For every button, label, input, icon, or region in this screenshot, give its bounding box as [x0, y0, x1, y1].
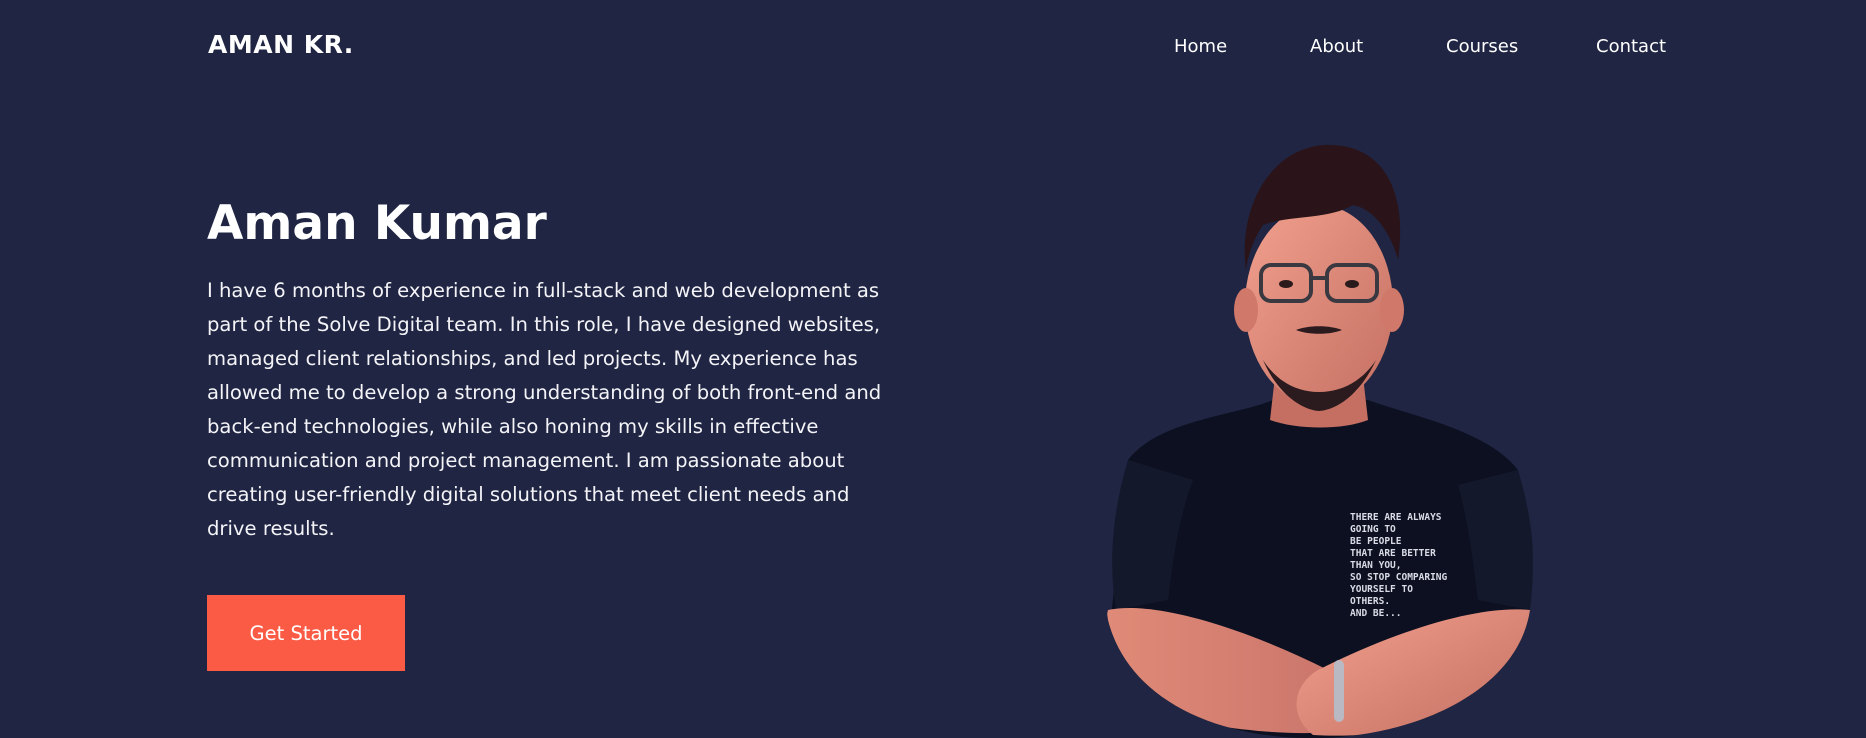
shirt-text-line: THERE ARE ALWAYS: [1350, 512, 1442, 523]
shirt-text-line: OTHERS.: [1350, 596, 1390, 607]
portrait-illustration: THERE ARE ALWAYS GOING TO BE PEOPLE THAT…: [1105, 130, 1533, 738]
hero-description: I have 6 months of experience in full-st…: [207, 279, 882, 540]
shirt-text-line: AND BE...: [1350, 608, 1401, 619]
hero-title: Aman Kumar: [207, 196, 547, 251]
navbar: AMAN KR. Home About Courses Contact: [0, 0, 1866, 96]
shirt-text-line: BE PEOPLE: [1350, 536, 1402, 547]
shirt-text-line: SO STOP COMPARING: [1350, 572, 1448, 583]
shirt-text-line: THAT ARE BETTER: [1350, 548, 1436, 559]
shirt-text-line: GOING TO: [1350, 524, 1396, 535]
shirt-text-line: THAN YOU,: [1350, 560, 1401, 571]
get-started-button[interactable]: Get Started: [207, 595, 405, 671]
logo[interactable]: AMAN KR.: [208, 30, 354, 59]
portfolio-page: AMAN KR. Home About Courses Contact Aman…: [0, 0, 1866, 738]
nav-link-about[interactable]: About: [1310, 36, 1363, 57]
profile-photo: THERE ARE ALWAYS GOING TO BE PEOPLE THAT…: [1098, 130, 1540, 738]
nav-link-courses[interactable]: Courses: [1446, 36, 1518, 57]
shirt-text-line: YOURSELF TO: [1350, 584, 1413, 595]
nav-link-contact[interactable]: Contact: [1596, 36, 1666, 57]
nav-link-home[interactable]: Home: [1174, 36, 1227, 57]
